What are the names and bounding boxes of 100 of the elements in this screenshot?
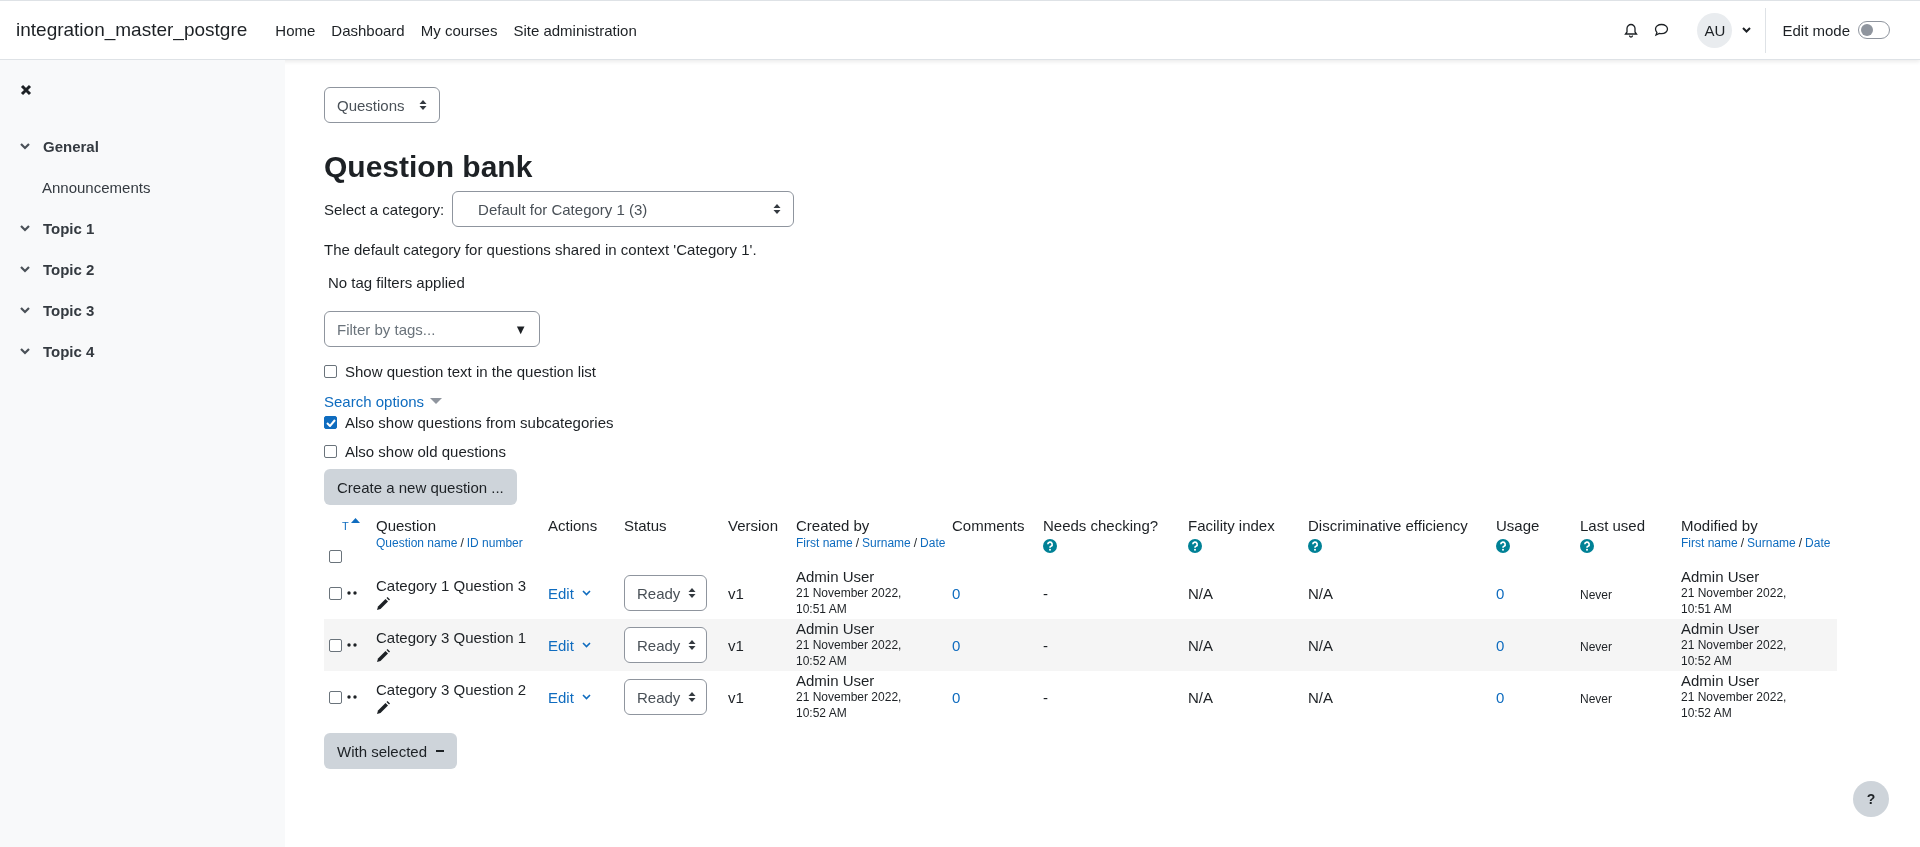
modifier-name: Admin User <box>1681 672 1761 690</box>
help-icon[interactable] <box>1188 539 1202 553</box>
sort-link[interactable]: ID number <box>466 536 523 550</box>
help-button[interactable]: ? <box>1853 781 1889 817</box>
checkbox-label: Also show old questions <box>345 443 506 460</box>
link-separator: / <box>1798 536 1803 550</box>
chevron-icon[interactable] <box>20 307 30 314</box>
search-options-link[interactable]: Search options <box>324 393 443 410</box>
usage-link[interactable]: 0 <box>1496 688 1505 706</box>
discrimination-cell: N/A <box>1308 584 1333 602</box>
checkbox[interactable] <box>324 365 337 378</box>
sort-link[interactable]: Surname <box>1747 536 1796 550</box>
column-header: Usage <box>1496 517 1540 534</box>
up-down-icon <box>688 691 697 703</box>
comments-link[interactable]: 0 <box>952 688 961 706</box>
version-cell: v1 <box>728 636 744 654</box>
chevron-icon[interactable] <box>581 590 591 596</box>
tag-filter-field[interactable]: Filter by tags... ▼ <box>324 311 540 347</box>
status-select[interactable]: Ready <box>624 575 708 611</box>
nav-link[interactable]: Home <box>275 21 316 39</box>
with-selected-button[interactable]: With selected <box>324 733 458 769</box>
help-icon[interactable] <box>1496 539 1510 553</box>
checkbox-label: Also show questions from subcategories <box>345 414 614 431</box>
user-avatar[interactable]: AU <box>1697 12 1733 48</box>
creator-name: Admin User <box>796 620 876 638</box>
page-select[interactable]: Questions <box>324 87 440 123</box>
row-checkbox[interactable] <box>329 638 342 652</box>
dropdown-glyph[interactable]: ▼ <box>514 321 527 337</box>
row-checkbox[interactable] <box>329 690 342 704</box>
type-sort-link[interactable]: T <box>342 520 349 532</box>
needs-checking-cell: - <box>1043 584 1048 602</box>
sort-link[interactable]: Date <box>920 536 946 550</box>
comments-link[interactable]: 0 <box>952 636 961 654</box>
chevron-icon[interactable] <box>20 266 30 273</box>
column-header: Needs checking? <box>1043 517 1159 534</box>
checkbox[interactable] <box>324 416 337 429</box>
sort-link[interactable]: Surname <box>862 536 911 550</box>
column-header: Comments <box>952 517 1025 534</box>
version-cell: v1 <box>728 584 744 602</box>
usage-link[interactable]: 0 <box>1496 584 1505 602</box>
pencil-icon[interactable] <box>376 596 390 611</box>
activity-link[interactable]: Announcements <box>20 167 151 208</box>
link-separator: / <box>460 536 464 550</box>
section-link[interactable]: Topic 1 <box>43 220 95 237</box>
nav-link[interactable]: My courses <box>420 21 498 39</box>
up-down-icon <box>418 99 427 111</box>
create-question-button[interactable]: Create a new question ... <box>324 469 517 505</box>
chevron-icon[interactable] <box>581 694 591 700</box>
pencil-icon[interactable] <box>376 648 390 663</box>
tag-filter-status: No tag filters applied <box>328 274 466 291</box>
chevron-icon[interactable] <box>20 225 30 232</box>
chevron-icon[interactable] <box>20 143 30 150</box>
edit-menu-link[interactable]: Edit <box>548 688 591 706</box>
nav-link[interactable]: Site administration <box>513 21 637 39</box>
sort-link[interactable]: First name <box>796 536 853 550</box>
checkbox[interactable] <box>324 445 337 458</box>
creator-name: Admin User <box>796 568 876 586</box>
question-name: Category 1 Question 3 <box>376 576 528 594</box>
modifier-name: Admin User <box>1681 620 1761 638</box>
help-icon[interactable] <box>1043 539 1057 553</box>
modified-date: 21 November 2022, 10:52 AM <box>1681 689 1788 722</box>
close-icon[interactable] <box>20 84 32 96</box>
help-icon[interactable] <box>1308 539 1322 553</box>
chevron-icon[interactable] <box>20 348 30 355</box>
site-name[interactable]: integration_master_postgre <box>16 19 248 41</box>
discrimination-cell: N/A <box>1308 636 1333 654</box>
pencil-icon[interactable] <box>376 700 390 715</box>
status-select[interactable]: Ready <box>624 627 708 663</box>
section-link[interactable]: Topic 3 <box>43 302 95 319</box>
caret-icon[interactable] <box>1742 27 1752 33</box>
sort-link[interactable]: Question name <box>376 536 458 550</box>
usage-link[interactable]: 0 <box>1496 636 1505 654</box>
sort-link[interactable]: Date <box>1805 536 1831 550</box>
section-link[interactable]: General <box>43 138 99 155</box>
nav-link[interactable]: Dashboard <box>331 21 405 39</box>
column-header: Status <box>624 517 667 534</box>
section-link[interactable]: Topic 4 <box>43 343 95 360</box>
column-header: Discriminative efficiency <box>1308 517 1468 534</box>
column-header: Version <box>728 517 779 534</box>
chevron-icon[interactable] <box>581 642 591 648</box>
edit-menu-link[interactable]: Edit <box>548 636 591 654</box>
edit-menu-link[interactable]: Edit <box>548 584 591 602</box>
edit-mode-toggle[interactable] <box>1858 21 1890 39</box>
modifier-name: Admin User <box>1681 568 1761 586</box>
sort-link[interactable]: First name <box>1681 536 1738 550</box>
status-select[interactable]: Ready <box>624 679 708 715</box>
help-icon[interactable] <box>1580 539 1594 553</box>
up-down-icon <box>773 203 782 215</box>
dash-icon[interactable] <box>436 750 445 752</box>
bell-icon[interactable] <box>1624 22 1639 38</box>
dots-icon <box>347 643 357 647</box>
last-used-cell: Never <box>1580 639 1612 654</box>
category-info: The default category for questions shared in context 'Category 1'. <box>324 241 758 258</box>
question-name: Category 3 Question 1 <box>376 628 528 646</box>
comments-link[interactable]: 0 <box>952 584 961 602</box>
row-checkbox[interactable] <box>329 586 342 600</box>
chat-icon[interactable] <box>1654 23 1670 37</box>
section-link[interactable]: Topic 2 <box>43 261 95 278</box>
select-all-checkbox[interactable] <box>329 550 342 563</box>
category-select[interactable]: Default for Category 1 (3) <box>452 191 795 227</box>
